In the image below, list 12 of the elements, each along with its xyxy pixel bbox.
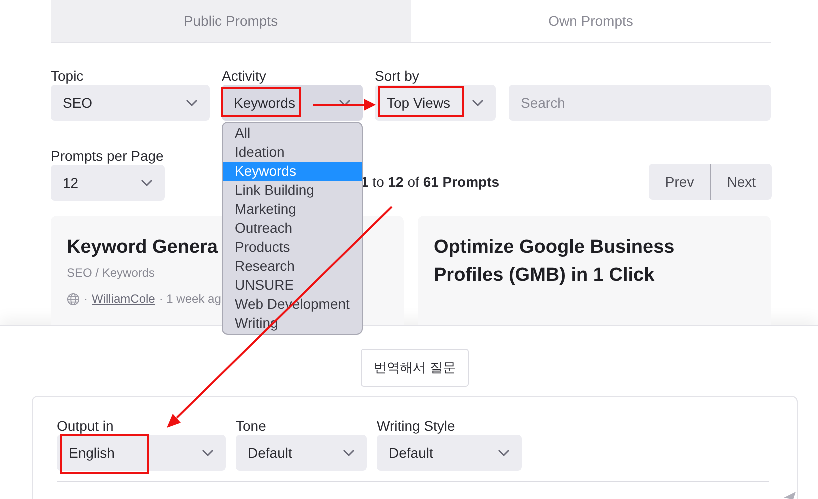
field-label: Writing Style [377,419,456,433]
card-title: Optimize Google Business Profiles (GMB) in 1 Click [434,236,676,288]
field-label: Tone [236,419,266,433]
field-label: Prompts per Page [51,149,164,163]
card-title: Keyword Genera [67,236,218,260]
separator-dot: · [84,292,88,306]
post-age: · 1 week ag [159,292,222,306]
field-label: Output in [57,419,114,433]
card-category: SEO / Keywords [67,266,156,280]
field-label: Topic [51,69,84,83]
field-label: Activity [222,69,266,83]
field-label: Sort by [375,69,420,83]
